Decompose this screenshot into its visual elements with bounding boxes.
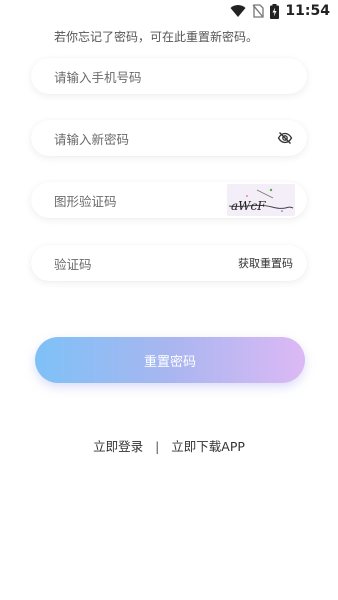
wifi-icon (230, 5, 246, 18)
status-icons: 11:54 (230, 3, 330, 19)
sms-code-placeholder: 验证码 (54, 256, 92, 272)
captcha-text: aWcF (231, 199, 266, 213)
eye-off-icon (277, 132, 293, 144)
phone-input[interactable]: 请输入手机号码 (31, 58, 307, 94)
footer-links: 立即登录 | 立即下载APP (0, 436, 338, 455)
sms-code-input[interactable]: 验证码 获取重置码 (31, 245, 307, 281)
new-password-placeholder: 请输入新密码 (54, 131, 130, 147)
battery-charging-icon (270, 3, 280, 19)
captcha-placeholder: 图形验证码 (54, 193, 117, 209)
get-reset-code-button[interactable]: 获取重置码 (238, 255, 293, 271)
captcha-image[interactable]: aWcF (227, 184, 295, 216)
status-bar: 11:54 (0, 0, 338, 24)
new-password-input[interactable]: 请输入新密码 (31, 120, 307, 156)
footer-separator: | (155, 439, 160, 454)
login-link[interactable]: 立即登录 (93, 439, 143, 454)
captcha-input[interactable]: 图形验证码 aWcF (31, 182, 307, 218)
phone-placeholder: 请输入手机号码 (54, 69, 142, 85)
reset-password-button[interactable]: 重置密码 (35, 337, 305, 383)
no-sim-icon (252, 4, 265, 18)
password-visibility-toggle[interactable] (277, 130, 293, 146)
reset-hint-text: 若你忘记了密码，可在此重置新密码。 (54, 30, 259, 44)
reset-password-label: 重置密码 (143, 354, 196, 370)
captcha-graphic: aWcF (228, 188, 294, 213)
download-app-link[interactable]: 立即下载APP (171, 439, 245, 454)
status-time: 11:54 (285, 3, 330, 19)
